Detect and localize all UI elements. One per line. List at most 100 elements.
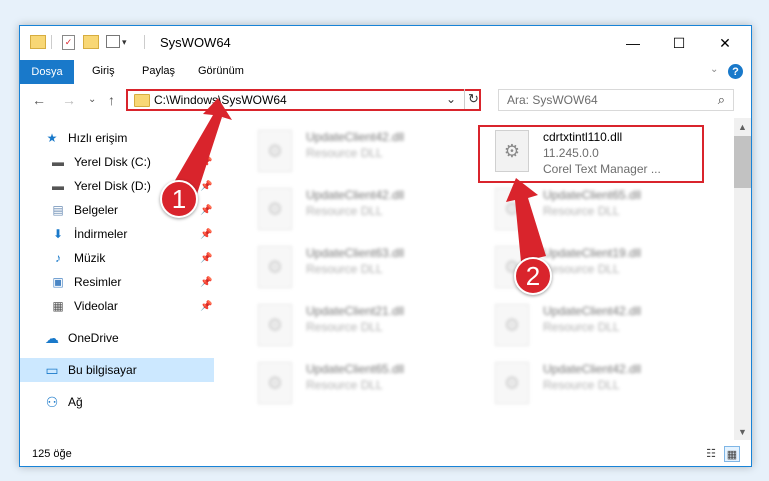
item-count: 125 öğe [32,448,72,460]
new-folder-icon[interactable] [83,35,99,49]
file-name: UpdateClient42.dll [543,304,642,318]
ribbon-tabs: Dosya Giriş Paylaş Görünüm ⌄ ? [20,60,751,84]
window-title: SysWOW64 [160,35,231,50]
sidebar-item-this-pc[interactable]: ▭ Bu bilgisayar [20,358,214,382]
tab-dosya[interactable]: Dosya [20,60,74,84]
list-item[interactable]: ⚙ UpdateClient42.dll Resource DLL [244,124,464,180]
dll-file-icon: ⚙ [258,246,292,288]
file-type: Resource DLL [543,204,620,218]
recent-locations-icon[interactable]: ⌄ [88,94,96,105]
navigation-pane: ★ Hızlı erişim ▬ Yerel Disk (C:) 📌 ▬ Yer… [20,118,214,428]
address-path[interactable]: C:\Windows\SysWOW64 [154,93,287,107]
sidebar-item-videos[interactable]: ▦ Videolar 📌 [20,294,214,318]
documents-icon: ▤ [52,203,64,217]
list-item[interactable]: ⚙ UpdateClient63.dll Resource DLL [244,240,464,296]
file-name: UpdateClient42.dll [543,362,642,376]
search-input[interactable]: Ara: SysWOW64 ⌕ [498,89,734,111]
step-1-badge: 1 [160,180,198,218]
up-button[interactable]: ↑ [108,92,115,108]
details-view-icon[interactable]: ☷ [704,446,718,460]
list-item[interactable]: ⚙ UpdateClient65.dll Resource DLL [244,356,464,412]
navigation-bar: ← → ⌄ ↑ C:\Windows\SysWOW64 ⌄ ↻ Ara: Sys… [20,84,751,119]
sidebar-item-label: Yerel Disk (D:) [74,179,151,193]
refresh-icon[interactable]: ↻ [464,89,482,109]
folder-icon [134,94,150,107]
sidebar-item-label: Ağ [68,395,83,409]
pin-icon: 📌 [200,204,213,216]
tab-giris[interactable]: Giriş [92,65,115,77]
file-type: Resource DLL [543,378,620,392]
video-icon: ▦ [52,299,64,313]
search-placeholder: Ara: SysWOW64 [507,93,598,107]
pin-icon: 📌 [200,180,213,192]
tab-paylas[interactable]: Paylaş [142,65,175,77]
file-type: Resource DLL [543,320,620,334]
file-type: Resource DLL [543,262,620,276]
list-item[interactable]: ⚙ UpdateClient19.dll Resource DLL [481,240,701,296]
sidebar-item-label: Müzik [74,251,106,265]
sidebar-item-label: OneDrive [68,331,119,345]
pin-icon: 📌 [200,276,213,288]
sidebar-item-quick-access[interactable]: ★ Hızlı erişim [20,126,214,150]
drive-icon: ▬ [52,155,64,169]
list-item[interactable]: ⚙ UpdateClient65.dll Resource DLL [481,182,701,238]
list-item[interactable]: ⚙ UpdateClient42.dll Resource DLL [481,356,701,412]
folder-icon [30,35,46,49]
expand-ribbon-icon[interactable]: ⌄ [710,64,718,75]
sidebar-item-label: Yerel Disk (C:) [74,155,151,169]
file-type: Resource DLL [306,320,383,334]
file-type: Resource DLL [306,204,383,218]
sidebar-item-music[interactable]: ♪ Müzik 📌 [20,246,214,270]
close-button[interactable]: ✕ [702,26,748,60]
dll-file-icon: ⚙ [258,362,292,404]
vertical-scrollbar[interactable]: ▲ ▼ [734,118,751,440]
help-icon[interactable]: ? [728,64,743,79]
file-type: Resource DLL [306,378,383,392]
dll-file-icon: ⚙ [495,362,529,404]
address-bar[interactable]: C:\Windows\SysWOW64 ⌄ ↻ [126,89,481,111]
sidebar-item-network[interactable]: ⚇ Ağ [20,390,214,414]
maximize-button[interactable]: ☐ [656,26,702,60]
customize-icon[interactable] [106,35,120,48]
dll-file-icon: ⚙ [258,130,292,172]
quick-access-dropdown-icon[interactable]: ▾ [122,37,127,48]
download-icon: ⬇ [52,227,64,241]
sidebar-item-local-disk-c[interactable]: ▬ Yerel Disk (C:) 📌 [20,150,214,174]
sidebar-item-onedrive[interactable]: ☁ OneDrive [20,326,214,350]
sidebar-item-label: Bu bilgisayar [68,363,137,377]
separator [144,35,145,49]
back-button[interactable]: ← [32,92,46,108]
forward-button[interactable]: → [62,92,76,108]
list-item[interactable]: ⚙ UpdateClient42.dll Resource DLL [481,298,701,354]
dll-file-icon: ⚙ [495,188,529,230]
minimize-button[interactable]: — [610,26,656,60]
file-type: Resource DLL [306,262,383,276]
large-icons-view-icon[interactable]: ▦ [724,446,740,462]
pictures-icon: ▣ [52,275,64,289]
scroll-up-icon[interactable]: ▲ [734,118,751,135]
star-icon: ★ [46,131,58,145]
list-item[interactable]: ⚙ UpdateClient42.dll Resource DLL [244,182,464,238]
cloud-icon: ☁ [45,329,59,346]
scrollbar-thumb[interactable] [734,136,751,188]
address-dropdown-icon[interactable]: ⌄ [446,92,456,106]
separator [51,35,52,49]
computer-icon: ▭ [45,361,59,378]
file-name: UpdateClient42.dll [306,188,405,202]
list-item[interactable]: ⚙ UpdateClient21.dll Resource DLL [244,298,464,354]
file-name: UpdateClient63.dll [306,246,405,260]
file-highlight-box [478,125,704,183]
properties-icon[interactable]: ✓ [62,35,75,50]
sidebar-item-label: Belgeler [74,203,119,217]
sidebar-item-downloads[interactable]: ⬇ İndirmeler 📌 [20,222,214,246]
file-name: UpdateClient19.dll [543,246,642,260]
scroll-down-icon[interactable]: ▼ [734,423,751,440]
tab-gorunum[interactable]: Görünüm [198,65,244,77]
dll-file-icon: ⚙ [495,304,529,346]
pin-icon: 📌 [200,300,213,312]
sidebar-item-pictures[interactable]: ▣ Resimler 📌 [20,270,214,294]
music-icon: ♪ [55,251,61,265]
sidebar-item-label: Resimler [74,275,122,289]
sidebar-item-label: Hızlı erişim [68,131,128,145]
search-icon: ⌕ [717,92,725,107]
